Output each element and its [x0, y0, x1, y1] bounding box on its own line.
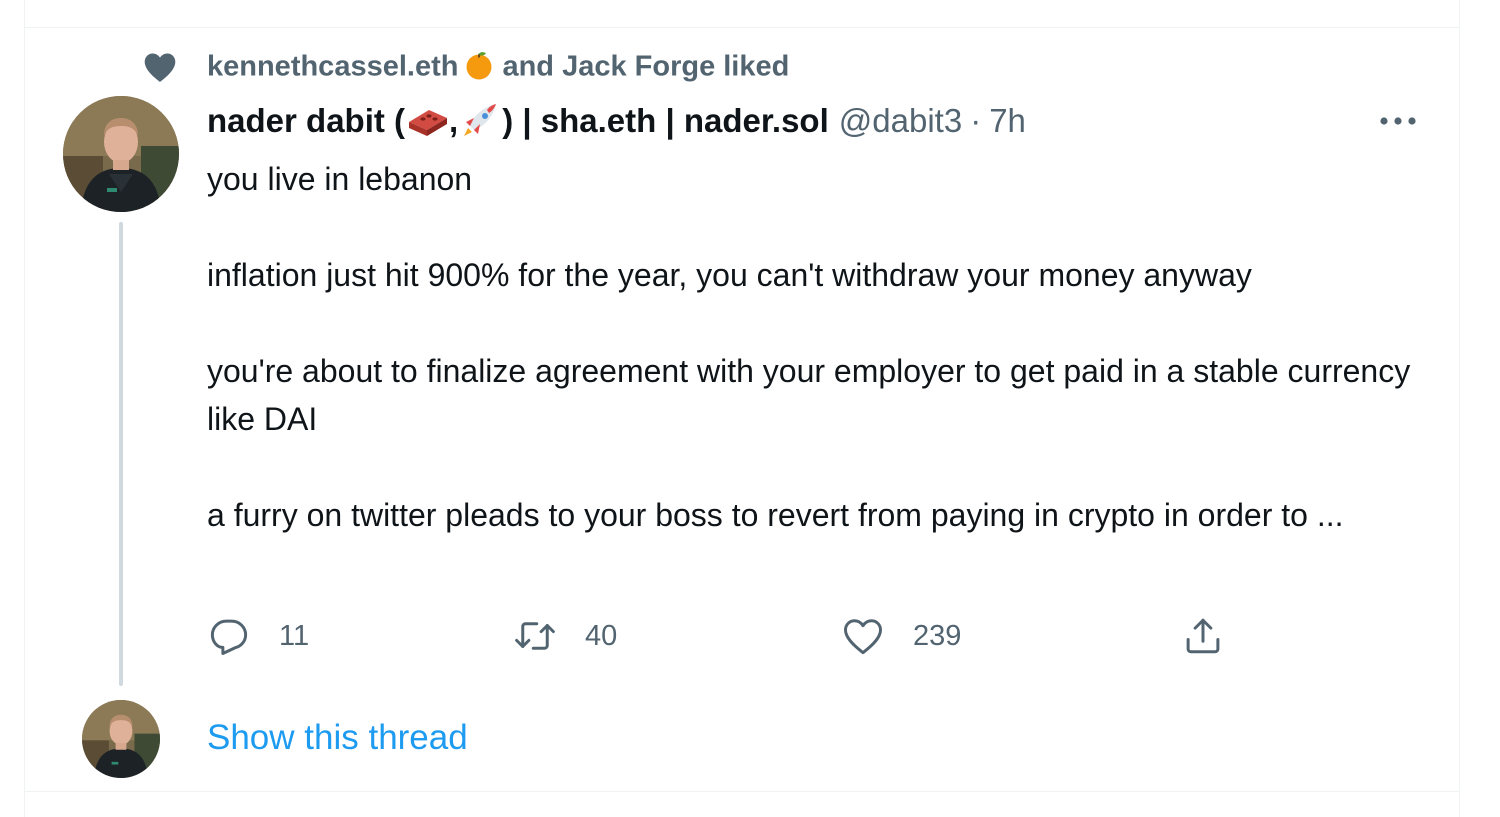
divider-top	[24, 27, 1460, 28]
tweet-paragraph: you're about to finalize agreement with …	[207, 353, 1411, 437]
social-context-text: kennethcassel.eth and Jack Forge liked	[207, 51, 789, 84]
thread-connector-line	[119, 222, 123, 686]
retweet-button[interactable]: 40	[513, 612, 617, 660]
retweet-count: 40	[585, 619, 618, 652]
tweet-header: nader dabit (,) | sha.eth | nader.sol @d…	[207, 100, 1026, 142]
brick-emoji-icon	[405, 102, 449, 138]
like-count: 239	[913, 619, 962, 652]
heart-filled-icon	[143, 50, 177, 84]
retweet-icon	[513, 614, 557, 658]
tweet-text: you live in lebanon inflation just hit 9…	[207, 155, 1437, 539]
share-button[interactable]	[1181, 612, 1225, 660]
social-context: kennethcassel.eth and Jack Forge liked	[143, 50, 789, 84]
show-this-thread-link[interactable]: Show this thread	[207, 718, 468, 758]
like-button[interactable]: 239	[841, 612, 961, 660]
tweet-timestamp[interactable]: 7h	[989, 102, 1026, 140]
orange-emoji-icon	[464, 51, 494, 81]
thread-avatar[interactable]	[82, 700, 160, 778]
liked-suffix: and Jack Forge liked	[502, 50, 790, 83]
share-icon	[1181, 614, 1225, 658]
liked-user-link[interactable]: kennethcassel.eth	[207, 51, 458, 83]
reply-icon	[207, 614, 251, 658]
tweet-paragraph: inflation just hit 900% for the year, yo…	[207, 257, 1252, 293]
author-handle[interactable]: @dabit3	[839, 102, 962, 140]
heart-icon	[841, 614, 885, 658]
rocket-emoji-icon	[458, 102, 502, 138]
more-options-button[interactable]	[1378, 106, 1418, 136]
separator-dot: ·	[970, 102, 982, 139]
reply-count: 11	[279, 619, 310, 652]
author-display-name[interactable]: nader dabit (,) | sha.eth | nader.sol	[207, 102, 829, 140]
reply-button[interactable]: 11	[207, 612, 309, 660]
author-avatar[interactable]	[63, 96, 179, 212]
divider-bottom	[24, 791, 1460, 792]
tweet-paragraph: a furry on twitter pleads to your boss t…	[207, 497, 1344, 533]
tweet-paragraph: you live in lebanon	[207, 161, 473, 197]
